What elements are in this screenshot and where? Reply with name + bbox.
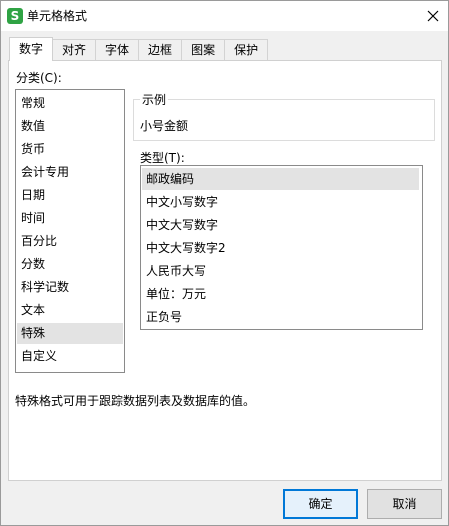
format-cells-dialog: S 单元格格式 数字 对齐 字体 边框 图案 保护 分类(C): 常规 数值 货…: [0, 0, 449, 526]
cancel-button[interactable]: 取消: [367, 489, 442, 519]
type-item-unit-wan[interactable]: 单位：万元: [142, 283, 419, 305]
type-item-chinese-uppercase-2[interactable]: 中文大写数字2: [142, 237, 419, 259]
type-item-chinese-lowercase[interactable]: 中文小写数字: [142, 191, 419, 213]
tab-alignment[interactable]: 对齐: [52, 39, 97, 60]
close-icon: [427, 10, 439, 22]
example-legend: 示例: [140, 91, 169, 108]
dialog-title: 单元格格式: [27, 9, 88, 23]
example-value: 小号金额: [140, 119, 189, 133]
category-item-number[interactable]: 数值: [17, 116, 123, 137]
format-description: 特殊格式可用于跟踪数据列表及数据库的值。: [15, 394, 256, 408]
type-item-rmb-uppercase[interactable]: 人民币大写: [142, 260, 419, 282]
category-item-date[interactable]: 日期: [17, 185, 123, 206]
category-item-currency[interactable]: 货币: [17, 139, 123, 160]
close-button[interactable]: [418, 1, 448, 31]
title-bar[interactable]: S 单元格格式: [1, 1, 448, 31]
type-item-chinese-uppercase[interactable]: 中文大写数字: [142, 214, 419, 236]
category-item-custom[interactable]: 自定义: [17, 346, 123, 367]
tab-font[interactable]: 字体: [95, 39, 140, 60]
example-group: 示例 小号金额: [133, 91, 435, 141]
tab-protection[interactable]: 保护: [224, 39, 269, 60]
type-listbox[interactable]: 邮政编码 中文小写数字 中文大写数字 中文大写数字2 人民币大写 单位：万元 正…: [140, 165, 423, 330]
category-item-accounting[interactable]: 会计专用: [17, 162, 123, 183]
type-item-postal-code[interactable]: 邮政编码: [142, 168, 419, 190]
category-listbox[interactable]: 常规 数值 货币 会计专用 日期 时间 百分比 分数 科学记数 文本 特殊 自定…: [15, 89, 125, 373]
category-item-scientific[interactable]: 科学记数: [17, 277, 123, 298]
category-item-percentage[interactable]: 百分比: [17, 231, 123, 252]
app-logo-icon: S: [7, 8, 23, 24]
ok-button[interactable]: 确定: [283, 489, 358, 519]
tab-pattern[interactable]: 图案: [181, 39, 226, 60]
type-label: 类型(T):: [140, 151, 185, 165]
category-item-time[interactable]: 时间: [17, 208, 123, 229]
number-tab-panel: 分类(C): 常规 数值 货币 会计专用 日期 时间 百分比 分数 科学记数 文…: [8, 60, 442, 481]
category-label: 分类(C):: [16, 71, 62, 85]
category-item-general[interactable]: 常规: [17, 93, 123, 114]
tab-bar: 数字 对齐 字体 边框 图案 保护: [9, 37, 269, 61]
category-item-special[interactable]: 特殊: [17, 323, 123, 344]
category-item-text[interactable]: 文本: [17, 300, 123, 321]
tab-number[interactable]: 数字: [9, 37, 54, 61]
category-item-fraction[interactable]: 分数: [17, 254, 123, 275]
type-item-plus-minus[interactable]: 正负号: [142, 306, 419, 328]
tab-border[interactable]: 边框: [138, 39, 183, 60]
